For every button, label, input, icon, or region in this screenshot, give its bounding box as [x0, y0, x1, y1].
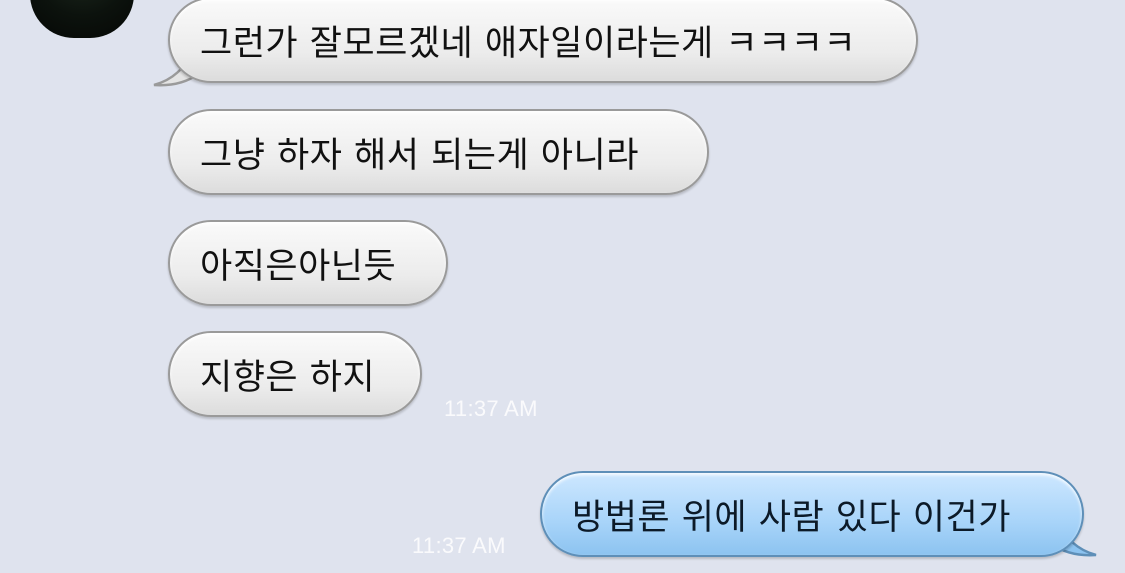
message-bubble-outgoing[interactable]: 방법론 위에 사람 있다 이건가: [540, 471, 1084, 557]
message-timestamp: 11:37 AM: [444, 396, 538, 421]
contact-avatar[interactable]: [30, 0, 134, 38]
message-text: 지향은 하지: [200, 357, 376, 398]
message-bubble-incoming[interactable]: 아직은아닌듯: [168, 220, 448, 306]
message-bubble-incoming[interactable]: 지향은 하지: [168, 331, 422, 417]
message-text: 방법론 위에 사람 있다 이건가: [572, 497, 1011, 538]
message-bubble-incoming[interactable]: 그런가 잘모르겠네 애자일이라는게 ㅋㅋㅋㅋ: [168, 0, 918, 83]
chat-area: 그런가 잘모르겠네 애자일이라는게 ㅋㅋㅋㅋ 그냥 하자 해서 되는게 아니라 …: [0, 0, 1125, 573]
message-bubble-incoming[interactable]: 그냥 하자 해서 되는게 아니라: [168, 109, 709, 195]
message-timestamp: 11:37 AM: [412, 533, 506, 558]
message-text: 그냥 하자 해서 되는게 아니라: [200, 135, 639, 176]
message-text: 그런가 잘모르겠네 애자일이라는게 ㅋㅋㅋㅋ: [200, 23, 857, 64]
message-text: 아직은아닌듯: [200, 246, 397, 287]
